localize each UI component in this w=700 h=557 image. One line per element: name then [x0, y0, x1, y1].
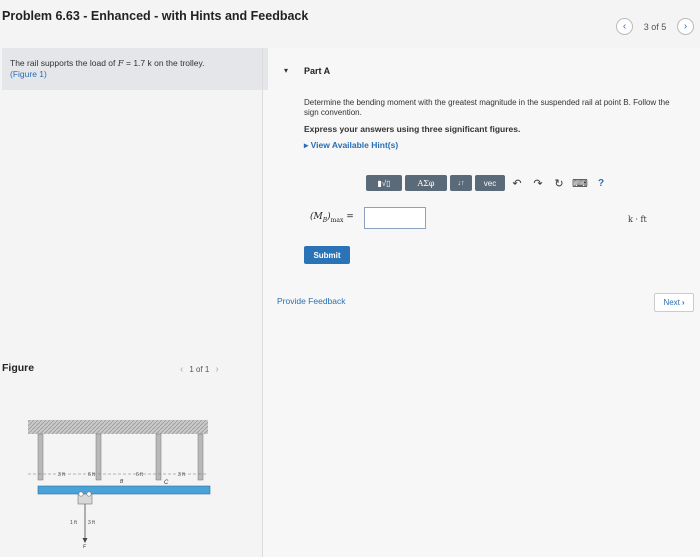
- problem-pager: ‹ 3 of 5 ›: [616, 18, 694, 35]
- answer-label: (MB)max =: [310, 212, 354, 224]
- problem-text-before: The rail supports the load of: [10, 58, 118, 68]
- figure-label: Figure: [2, 362, 35, 374]
- keyboard-icon[interactable]: ⌨: [571, 175, 589, 191]
- rail-beam: [37, 485, 211, 495]
- answer-input[interactable]: [364, 207, 426, 229]
- help-icon[interactable]: ?: [592, 175, 610, 191]
- dim-3: 6 ft: [136, 472, 144, 478]
- prev-problem-button[interactable]: ‹: [616, 18, 633, 35]
- panel-divider: [262, 48, 263, 557]
- trolley-wheel-left: [78, 491, 84, 497]
- page-title: Problem 6.63 - Enhanced - with Hints and…: [2, 9, 309, 23]
- bottom-dim-2: 3 ft: [88, 520, 96, 526]
- trolley-wheel-right: [86, 491, 92, 497]
- next-problem-button[interactable]: ›: [677, 18, 694, 35]
- templates-button[interactable]: ▮√▯: [366, 175, 402, 191]
- load-label: F: [83, 544, 87, 548]
- answer-label-equals: =: [343, 212, 354, 222]
- figure-prev-button[interactable]: ‹: [180, 364, 183, 375]
- hanger-a: [37, 433, 44, 481]
- hanger-mid: [95, 433, 102, 481]
- answer-label-max: max: [330, 216, 344, 224]
- part-collapse-toggle[interactable]: ▾: [284, 66, 288, 75]
- ceiling-support: [28, 420, 208, 434]
- dim-1: 3 ft: [58, 472, 66, 478]
- next-button[interactable]: Next ›: [654, 293, 694, 312]
- instruction-text: Express your answers using three signifi…: [304, 124, 521, 134]
- math-toolbar: ▮√▯ ΑΣφ ↓↑ vec ↶ ↷ ↻ ⌨ ?: [366, 175, 610, 191]
- figure-pager-text: 1 of 1: [189, 365, 210, 374]
- redo-icon[interactable]: ↷: [529, 175, 547, 191]
- rail-figure: 3 ft 6 ft 6 ft 3 ft B C 1 ft 3 ft F: [28, 420, 211, 548]
- greek-symbols-button[interactable]: ΑΣφ: [405, 175, 447, 191]
- answer-units: k · ft: [628, 215, 647, 224]
- bottom-dim-1: 1 ft: [70, 520, 78, 526]
- view-hints-link[interactable]: ▸ View Available Hint(s): [304, 140, 398, 151]
- hanger-c: [155, 433, 162, 481]
- point-b-label: B: [120, 479, 124, 485]
- provide-feedback-link[interactable]: Provide Feedback: [277, 296, 346, 306]
- figure-link[interactable]: (Figure 1): [10, 69, 47, 79]
- subscript-superscript-button[interactable]: ↓↑: [450, 175, 472, 191]
- question-text: Determine the bending moment with the gr…: [304, 98, 670, 117]
- hanger-d: [197, 433, 204, 481]
- problem-text-after: = 1.7 k on the trolley.: [123, 58, 205, 68]
- answer-label-open: (M: [310, 212, 323, 222]
- pager-text: 3 of 5: [643, 21, 667, 32]
- undo-icon[interactable]: ↶: [508, 175, 526, 191]
- reset-icon[interactable]: ↻: [550, 175, 568, 191]
- next-arrow-icon: ›: [681, 298, 685, 307]
- dim-4: 3 ft: [178, 472, 186, 478]
- part-title: Part A: [304, 66, 331, 76]
- point-c-label: C: [164, 480, 169, 486]
- vector-button[interactable]: vec: [475, 175, 505, 191]
- problem-statement: The rail supports the load of F = 1.7 k …: [10, 58, 250, 79]
- next-button-label: Next: [663, 298, 680, 307]
- dim-2: 6 ft: [88, 472, 96, 478]
- figure-pager: ‹ 1 of 1 ›: [180, 364, 219, 375]
- figure-next-button[interactable]: ›: [215, 364, 218, 375]
- load-arrowhead: [82, 538, 88, 543]
- submit-button[interactable]: Submit: [304, 246, 350, 264]
